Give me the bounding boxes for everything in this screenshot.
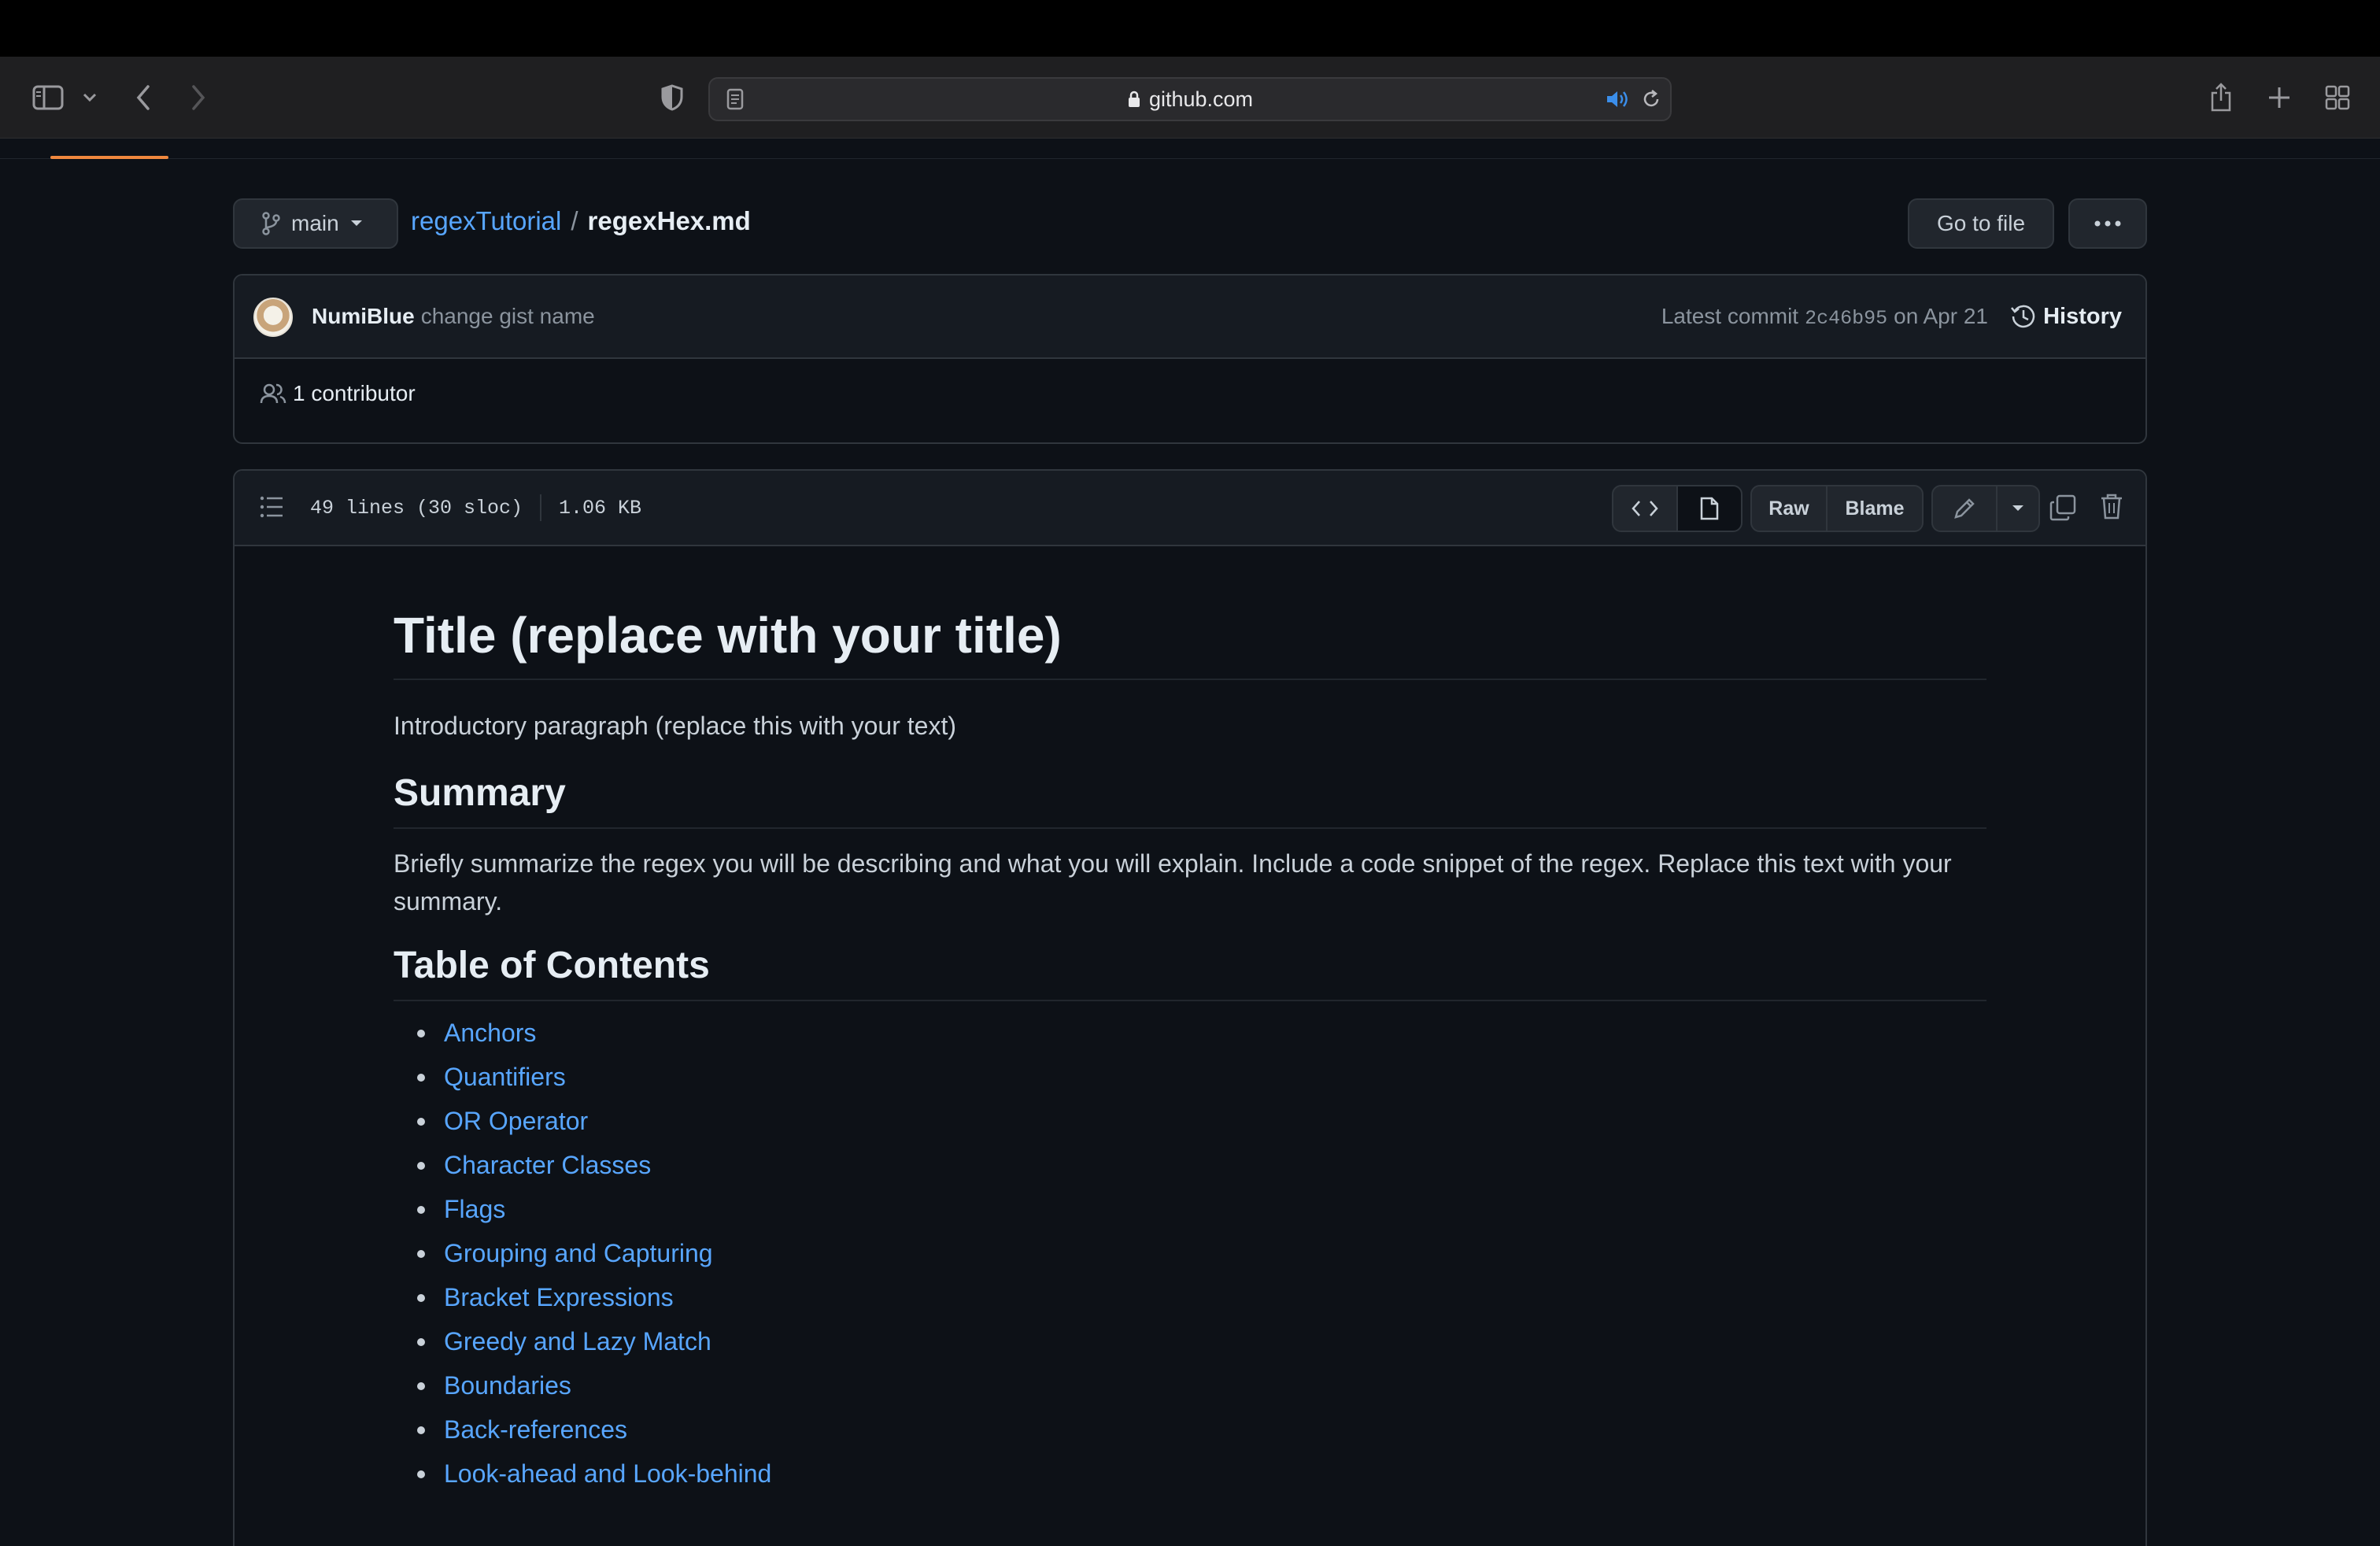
summary-heading: Summary [394,771,1986,829]
history-label: History [2043,303,2122,329]
new-tab-icon[interactable] [2264,82,2295,113]
commit-box: NumiBlue change gist name Latest commit … [233,274,2147,444]
toc-link-anchors[interactable]: Anchors [444,1019,536,1047]
people-icon [260,383,286,405]
reload-icon[interactable] [1639,87,1664,112]
toc-link-flags[interactable]: Flags [444,1195,505,1223]
toc-link-quantifiers[interactable]: Quantifiers [444,1063,566,1091]
go-to-file-button[interactable]: Go to file [1908,198,2054,249]
list-item: OR Operator [394,1099,1986,1143]
chevron-down-icon[interactable] [79,85,101,110]
toc-link-bracket-expressions[interactable]: Bracket Expressions [444,1283,674,1311]
toc-link-greedy-lazy[interactable]: Greedy and Lazy Match [444,1327,711,1356]
breadcrumb-file-name: regexHex.md [587,206,751,235]
page-load-indicator [50,156,168,159]
git-branch-icon [261,212,280,235]
url-host-text: github.com [1148,87,1254,111]
edit-options-button[interactable] [1996,485,2040,532]
copy-icon[interactable] [2049,494,2076,521]
kebab-horizontal-icon [2094,220,2121,227]
breadcrumb-repo-link[interactable]: regexTutorial [411,206,561,236]
list-item: Look-ahead and Look-behind [394,1452,1986,1496]
toc-link-boundaries[interactable]: Boundaries [444,1371,571,1400]
history-link[interactable]: History [2010,299,2122,334]
caret-down-icon [350,220,363,227]
branch-name: main [291,211,339,235]
list-item: Character Classes [394,1143,1986,1187]
edit-file-button[interactable] [1931,485,1998,532]
url-host[interactable]: github.com [710,79,1670,120]
markdown-body: Title (replace with your title) Introduc… [394,606,1986,1496]
list-item: Back-references [394,1407,1986,1452]
summary-paragraph: Briefly summarize the regex you will be … [394,849,1952,915]
list-item: Boundaries [394,1363,1986,1407]
contributors-link[interactable]: 1 contributor [260,381,416,406]
list-item: Quantifiers [394,1055,1986,1099]
toc-link-back-references[interactable]: Back-references [444,1415,627,1444]
address-bar[interactable]: github.com [708,77,1672,121]
pencil-icon [1953,497,1976,520]
list-item: Greedy and Lazy Match [394,1319,1986,1363]
trash-icon[interactable] [2100,493,2123,520]
browser-toolbar: github.com [0,57,2380,139]
history-icon [2010,303,2037,330]
file-size: 1.06 KB [559,496,642,520]
list-item: Grouping and Capturing [394,1231,1986,1275]
list-item: Anchors [394,1011,1986,1055]
avatar[interactable] [253,298,293,337]
toc-link-or-operator[interactable]: OR Operator [444,1107,588,1135]
tab-overview-icon[interactable] [2322,82,2353,113]
latest-commit-header: NumiBlue change gist name Latest commit … [235,276,2145,359]
branch-selector-button[interactable]: main [233,198,398,249]
list-item: Flags [394,1187,1986,1231]
contributors-label: 1 contributor [293,381,416,405]
commit-sha[interactable]: 2c46b95 [1805,307,1887,330]
toc-list: Anchors Quantifiers OR Operator Characte… [394,1011,1986,1496]
toc-link-look-ahead[interactable]: Look-ahead and Look-behind [444,1459,771,1488]
header-divider [0,158,2380,159]
back-icon[interactable] [131,80,156,115]
breadcrumb: regexTutorial / regexHex.md [411,206,751,236]
toc-link-character-classes[interactable]: Character Classes [444,1151,651,1179]
outline-icon[interactable] [260,494,283,520]
lock-icon [1127,90,1141,109]
blame-button[interactable]: Blame [1826,485,1924,532]
file-icon [1700,497,1719,520]
commit-date: on Apr 21 [1894,304,1988,328]
display-rendered-button[interactable] [1676,485,1743,532]
toc-heading: Table of Contents [394,944,1986,1001]
raw-button[interactable]: Raw [1750,485,1828,532]
commit-message[interactable]: change gist name [421,304,595,329]
display-source-button[interactable] [1612,485,1678,532]
file-header: 49 lines (30 sloc) 1.06 KB Raw Blame [235,471,2145,546]
info-divider [540,494,542,521]
menu-bar-strip [0,0,2380,57]
list-item: Bracket Expressions [394,1275,1986,1319]
sidebar-toggle-icon[interactable] [30,80,66,115]
breadcrumb-separator: / [571,206,578,235]
intro-paragraph: Introductory paragraph (replace this wit… [394,712,956,740]
audio-icon[interactable] [1604,87,1631,112]
caret-down-icon [2012,505,2024,512]
latest-commit-label: Latest commit [1661,304,1799,328]
page-title: Title (replace with your title) [394,606,1986,680]
forward-icon[interactable] [186,80,211,115]
file-line-count: 49 lines (30 sloc) [310,496,523,520]
privacy-shield-icon[interactable] [656,82,688,113]
commit-author[interactable]: NumiBlue [312,304,415,329]
more-options-button[interactable] [2068,198,2147,249]
code-icon [1632,500,1658,517]
share-icon[interactable] [2207,79,2235,115]
toc-link-grouping[interactable]: Grouping and Capturing [444,1239,713,1267]
